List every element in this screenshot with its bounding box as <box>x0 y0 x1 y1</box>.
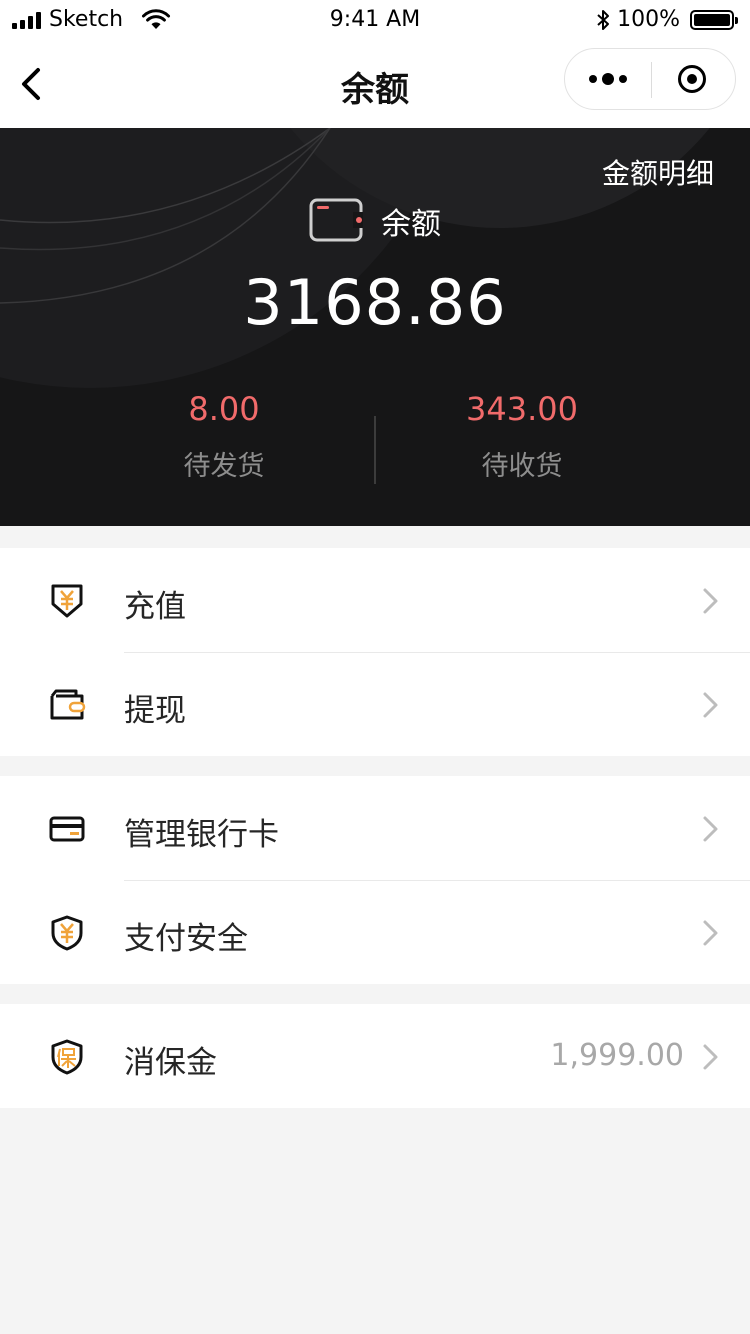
menu-item-label: 提现 <box>124 693 186 729</box>
deposit-amount: 1,999.00 <box>550 1038 684 1073</box>
menu-item-label: 支付安全 <box>124 921 248 957</box>
target-icon <box>678 65 706 93</box>
status-bar: Sketch 9:41 AM 100% <box>0 0 750 40</box>
shield-yuan-icon <box>51 915 83 951</box>
battery-icon <box>690 9 738 30</box>
menu-item-label: 消保金 <box>124 1045 217 1081</box>
mini-program-capsule <box>564 48 736 110</box>
menu-item-recharge[interactable]: 充值 <box>0 548 750 652</box>
menu-item-bank-cards[interactable]: 管理银行卡 <box>0 776 750 880</box>
close-button[interactable] <box>649 49 735 109</box>
amount-detail-link[interactable]: 金额明细 <box>602 152 714 192</box>
wifi-icon <box>142 8 171 29</box>
menu-item-withdraw[interactable]: 提现 <box>0 652 750 756</box>
menu-item-payment-security[interactable]: 支付安全 <box>0 880 750 984</box>
stat-value: 343.00 <box>466 390 578 428</box>
bank-card-icon <box>49 816 85 842</box>
balance-amount: 3168.86 <box>243 266 507 339</box>
chevron-right-icon <box>703 816 718 842</box>
pending-shipment-stat[interactable]: 8.00 待发货 <box>74 390 374 483</box>
stat-label: 待收货 <box>481 451 563 482</box>
signal-icon <box>12 11 41 29</box>
shield-bao-icon <box>51 1039 83 1075</box>
chevron-right-icon <box>703 920 718 946</box>
menu-group-deposit: 消保金 1,999.00 <box>0 1004 750 1108</box>
chevron-right-icon <box>703 588 718 614</box>
carrier-name: Sketch <box>49 7 124 32</box>
dot-icon <box>589 75 597 83</box>
battery-percent: 100% <box>617 7 680 32</box>
menu-item-consumer-deposit[interactable]: 消保金 1,999.00 <box>0 1004 750 1108</box>
nav-bar: 余额 <box>0 40 750 128</box>
chevron-right-icon <box>703 1044 718 1070</box>
menu-item-label: 充值 <box>124 589 186 625</box>
wallet-icon <box>309 198 363 242</box>
wallet-icon <box>50 689 86 720</box>
menu-group-security: 管理银行卡 支付安全 <box>0 776 750 984</box>
dot-icon <box>602 73 614 85</box>
stat-label: 待发货 <box>183 451 265 482</box>
menu-group-funds: 充值 提现 <box>0 548 750 756</box>
more-button[interactable] <box>565 49 651 109</box>
menu-item-label: 管理银行卡 <box>124 817 279 853</box>
back-button[interactable] <box>16 62 50 106</box>
pending-receipt-stat[interactable]: 343.00 待收货 <box>372 390 672 483</box>
chevron-right-icon <box>703 692 718 718</box>
balance-label: 余额 <box>381 207 441 242</box>
balance-card: 金额明细 余额 3168.86 8.00 待发货 343.00 待收货 <box>0 128 750 526</box>
stat-value: 8.00 <box>188 390 260 428</box>
bluetooth-icon <box>597 9 610 30</box>
dot-icon <box>619 75 627 83</box>
yuan-down-icon <box>51 584 83 618</box>
